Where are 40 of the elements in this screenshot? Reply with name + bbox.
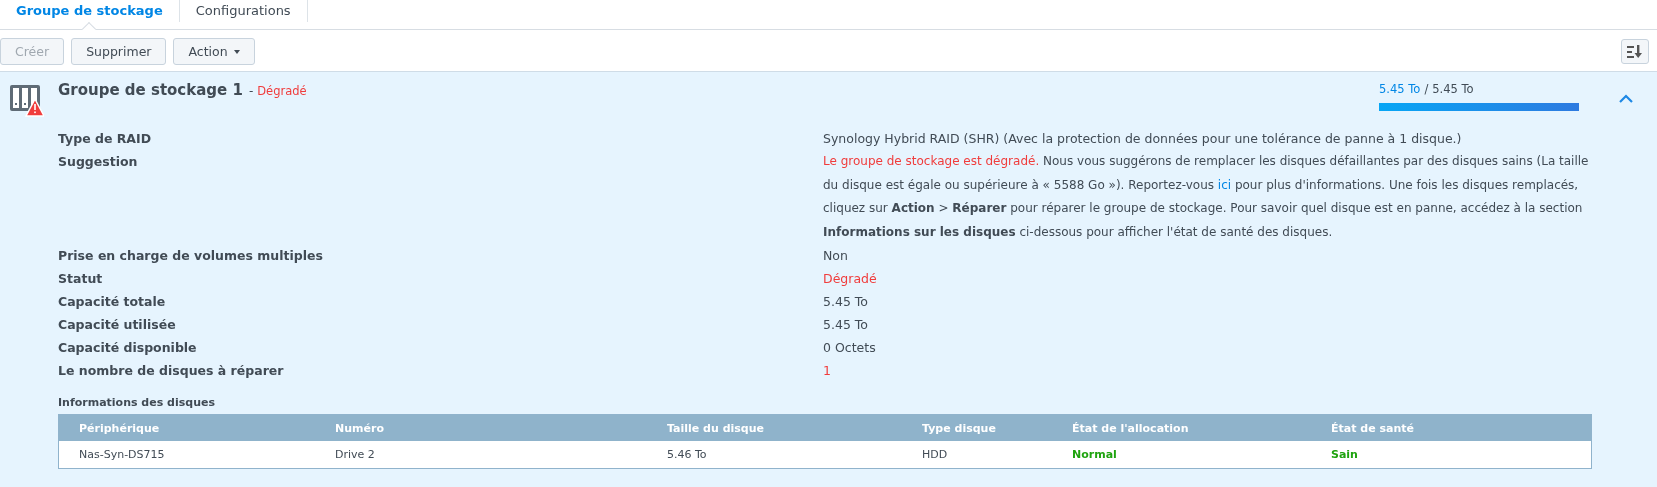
field-label: Capacité totale [58, 293, 167, 311]
field-label: Capacité disponible [58, 339, 198, 357]
field-value: 1 [823, 362, 832, 380]
table-cell-text: Sain [1331, 448, 1359, 461]
column-header: Numéro [335, 421, 385, 435]
capacity-text: 5.45 To / 5.45 To [1379, 82, 1475, 96]
toolbar-button[interactable]: Action [173, 38, 255, 65]
table-cell-text: Normal [1072, 448, 1118, 461]
sort-button[interactable] [1621, 39, 1649, 64]
column-header: État de l'allocation [1072, 421, 1190, 435]
column-header: État de santé [1331, 421, 1415, 435]
table-cell-text: Drive 2 [335, 448, 376, 461]
field-label: Le nombre de disques à réparer [58, 362, 285, 380]
column-header: Périphérique [79, 421, 161, 435]
column-header: Taille du disque [667, 421, 765, 435]
pool-title: Groupe de stockage 1 [58, 81, 243, 99]
sort-icon [1627, 44, 1643, 59]
section-title: Informations des disques [58, 396, 216, 409]
column-header: Type disque [922, 421, 997, 435]
field-value: Dégradé [823, 270, 878, 288]
collapse-icon[interactable] [1619, 94, 1633, 103]
table-cell-text: Nas-Syn-DS715 [79, 448, 166, 461]
field-value: 5.45 To [823, 316, 869, 334]
field-label: Statut [58, 270, 104, 288]
suggestion-text: Le groupe de stockage est dégradé. Nous vous suggérons de remplacer les disques défaillantes par des disques sains (La taille du disque est égale ou supérieure à « 5588 Go »). Reportez-vous ici pour plus d'informations. Une fois les disques remplacés, cliquez sur Action > Réparer pour réparer le groupe de stockage. Pour savoir quel disque est en panne, accédez à la section Informations sur les disques ci-dessous pour afficher l'état de santé des disques. [823, 153, 1590, 241]
pool-panel: Groupe de stockage 1 - Dégradé 5.45 To / 5.45 To Type de RAID Synology Hybrid RAID (SHR) (Avec la protection de données pour une tolérance de panne à 1 disque.) Suggestion Le groupe de stockage est dégradé. Nous vous suggérons de remplacer les disques défaillantes par des disques sains (La taille du disque est égale ou supérieure à « 5588 Go »). Reportez-vous ici pour plus d'informations. Une fois les disques remplacés, cliquez sur Action > Réparer pour réparer le groupe de stockage. Pour savoir quel disque est en panne, accédez à la section Informations sur les disques ci-dessous pour afficher l'état de santé des disques. Prise en charge de volumes multiples Non Statut Dégradé Capacité totale 5.45 To Capacité utilisée 5.45 To Capacité disponible 0 Octets Le nombre de disques à réparer 1 Informations des disques Périphérique Numéro Taille du disque Type disque État de l'allocation État de santé Nas-Syn-DS715 Drive 2 5.46 To HDD Normal Sain [0, 72, 1657, 487]
toolbar-button[interactable]: Supprimer [71, 38, 167, 65]
field-label: Type de RAID [58, 130, 153, 148]
field-value: Synology Hybrid RAID (SHR) (Avec la protection de données pour une tolérance de panne à 1 disque.) [823, 130, 1463, 148]
field-label: Suggestion [58, 153, 139, 171]
field-value: Non [823, 247, 849, 265]
tab[interactable]: Groupe de stockage [0, 0, 180, 22]
field-value: 0 Octets [823, 339, 877, 357]
field-label: Capacité utilisée [58, 316, 177, 334]
tab[interactable]: Configurations [179, 0, 308, 22]
field-label: Prise en charge de volumes multiples [58, 247, 324, 265]
table-cell-text: 5.46 To [667, 448, 708, 461]
caret-icon [233, 49, 240, 54]
table-cell-text: HDD [922, 448, 949, 461]
field-value: 5.45 To [823, 293, 869, 311]
